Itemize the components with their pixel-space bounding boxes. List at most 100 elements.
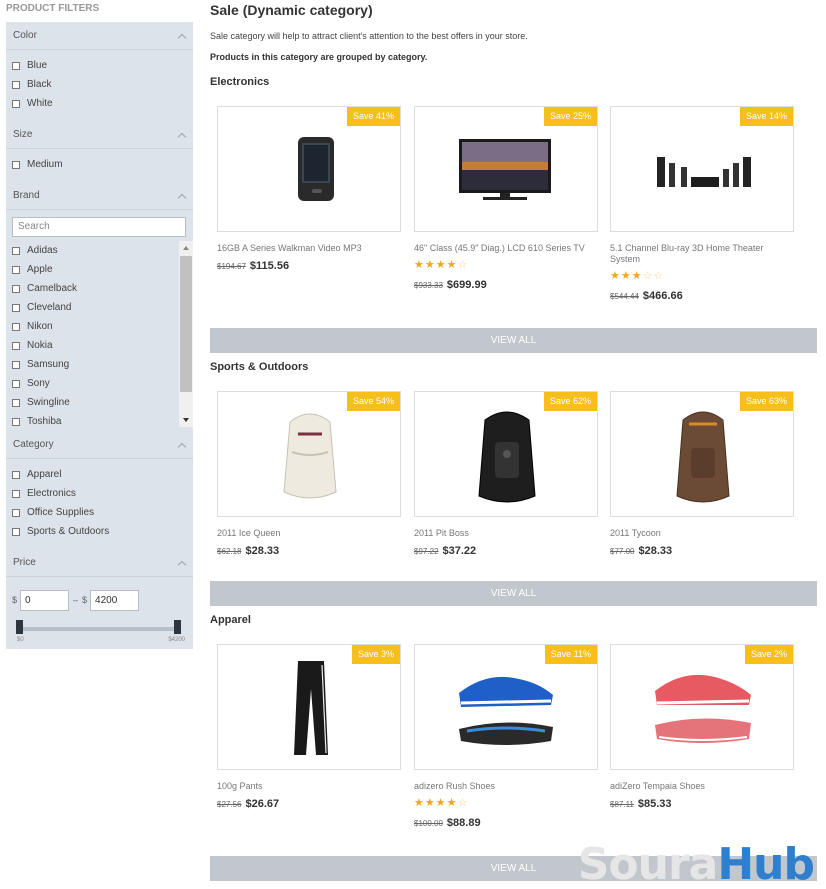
discount-badge: Save 3% [351,645,400,664]
product-card[interactable]: Save 11% adizero Rush Shoes ★ ★ ★ ★ ☆ $100.0… [414,644,598,829]
brand-option-nokia[interactable]: Nokia [12,336,193,355]
category-option-apparel[interactable]: Apparel [12,465,193,484]
product-card[interactable]: Save 62% 2011 Pit Boss $97.22 $37.22 [414,391,598,557]
price-slider-min-handle[interactable] [16,620,23,634]
checkbox[interactable] [12,527,20,536]
checkbox[interactable] [12,61,20,70]
product-image[interactable]: Save 63% [610,391,794,517]
checkbox[interactable] [12,303,20,312]
product-image[interactable]: Save 41% [217,106,401,232]
size-filter-header[interactable]: Size [6,121,193,149]
chevron-up-icon[interactable] [178,32,186,40]
checkbox[interactable] [12,379,20,388]
brand-option-swingline[interactable]: Swingline [12,393,193,412]
brand-filter-header[interactable]: Brand [6,182,193,210]
product-name[interactable]: 100g Pants [217,781,401,792]
product-name[interactable]: 16GB A Series Walkman Video MP3 [217,243,401,254]
chevron-up-icon[interactable] [178,559,186,567]
product-image[interactable]: Save 54% [217,391,401,517]
product-card[interactable]: Save 54% 2011 Ice Queen $62.18 $28.33 [217,391,401,557]
color-option-white[interactable]: White [12,94,193,113]
category-description: Sale category will help to attract clien… [210,31,528,41]
old-price: $194.67 [217,262,246,271]
checkbox[interactable] [12,246,20,255]
product-card[interactable]: Save 41% 16GB A Series Walkman Video MP3… [217,106,401,272]
checkbox[interactable] [12,489,20,498]
product-name[interactable]: 46" Class (45.9" Diag.) LCD 610 Series T… [414,243,598,254]
category-option-office-supplies[interactable]: Office Supplies [12,503,193,522]
scroll-down-arrow-icon[interactable] [183,418,189,422]
product-image[interactable]: Save 25% [414,106,598,232]
product-name[interactable]: adiZero Tempaia Shoes [610,781,794,792]
scrollbar-thumb[interactable] [180,256,192,392]
product-card[interactable]: Save 14% 5.1 Channel Blu-ray 3D Home The… [610,106,794,302]
category-option-sports-outdoors[interactable]: Sports & Outdoors [12,522,193,541]
checkbox[interactable] [12,265,20,274]
checkbox[interactable] [12,160,20,169]
brand-option-nikon[interactable]: Nikon [12,317,193,336]
view-all-button[interactable]: VIEW ALL [210,581,817,606]
option-label: Cleveland [27,302,72,313]
watermark-part1: Soura [577,839,719,889]
color-option-blue[interactable]: Blue [12,56,193,75]
view-all-button[interactable]: VIEW ALL [210,328,817,353]
brand-search-input[interactable]: Search [12,217,186,237]
checkbox[interactable] [12,398,20,407]
product-card[interactable]: Save 25% 46" Class (45.9" Diag.) LCD 610… [414,106,598,291]
product-name[interactable]: 5.1 Channel Blu-ray 3D Home Theater Syst… [610,243,794,265]
checkbox[interactable] [12,470,20,479]
price-slider-max-handle[interactable] [174,620,181,634]
checkbox[interactable] [12,341,20,350]
checkbox[interactable] [12,322,20,331]
size-option-medium[interactable]: Medium [12,155,193,174]
color-option-black[interactable]: Black [12,75,193,94]
product-card[interactable]: Save 63% 2011 Tycoon $77.00 $28.33 [610,391,794,557]
chevron-up-icon[interactable] [178,131,186,139]
price-slider[interactable]: $0 $4200 [12,615,187,649]
brand-option-camelback[interactable]: Camelback [12,279,193,298]
price-min-input[interactable]: 0 [20,589,70,611]
checkbox[interactable] [12,360,20,369]
product-image[interactable]: Save 11% [414,644,598,770]
product-name[interactable]: adizero Rush Shoes [414,781,598,792]
checkbox[interactable] [12,99,20,108]
price-filter-header[interactable]: Price [6,549,193,577]
brand-option-samsung[interactable]: Samsung [12,355,193,374]
chevron-up-icon[interactable] [178,441,186,449]
product-name[interactable]: 2011 Ice Queen [217,528,401,539]
checkbox[interactable] [12,284,20,293]
color-filter-header[interactable]: Color [6,22,193,50]
product-image[interactable]: Save 62% [414,391,598,517]
checkbox[interactable] [12,508,20,517]
price-slider-track[interactable] [21,627,177,631]
product-name[interactable]: 2011 Pit Boss [414,528,598,539]
brand-option-adidas[interactable]: Adidas [12,241,193,260]
star-filled-icon: ★ [610,270,620,282]
price-max-input[interactable]: 4200 [90,589,140,611]
chevron-up-icon[interactable] [178,192,186,200]
star-filled-icon: ★ [414,797,424,809]
checkbox[interactable] [12,80,20,89]
product-image[interactable]: Save 3% [217,644,401,770]
category-option-electronics[interactable]: Electronics [12,484,193,503]
scroll-up-arrow-icon[interactable] [183,246,189,250]
brand-option-toshiba[interactable]: Toshiba [12,412,193,431]
category-filter-header[interactable]: Category [6,431,193,459]
product-image[interactable]: Save 14% [610,106,794,232]
price-block: $77.00 $28.33 [610,545,794,557]
brand-option-cleveland[interactable]: Cleveland [12,298,193,317]
product-image[interactable]: Save 2% [610,644,794,770]
star-empty-icon: ☆ [457,259,468,271]
brand-list-container: Adidas Apple Camelback Cleveland Nikon N… [6,241,193,431]
checkbox[interactable] [12,417,20,426]
product-card[interactable]: Save 2% adiZero Tempaia Shoes $87.11 $85… [610,644,794,810]
brand-scrollbar[interactable] [179,241,193,427]
product-name[interactable]: 2011 Tycoon [610,528,794,539]
brand-option-apple[interactable]: Apple [12,260,193,279]
brand-option-sony[interactable]: Sony [12,374,193,393]
price-block: $194.67 $115.56 [217,260,401,272]
product-card[interactable]: Save 3% 100g Pants $27.56 $26.67 [217,644,401,810]
sale-price: $699.99 [446,279,487,291]
old-price: $544.44 [610,292,639,301]
old-price: $87.11 [610,800,634,809]
